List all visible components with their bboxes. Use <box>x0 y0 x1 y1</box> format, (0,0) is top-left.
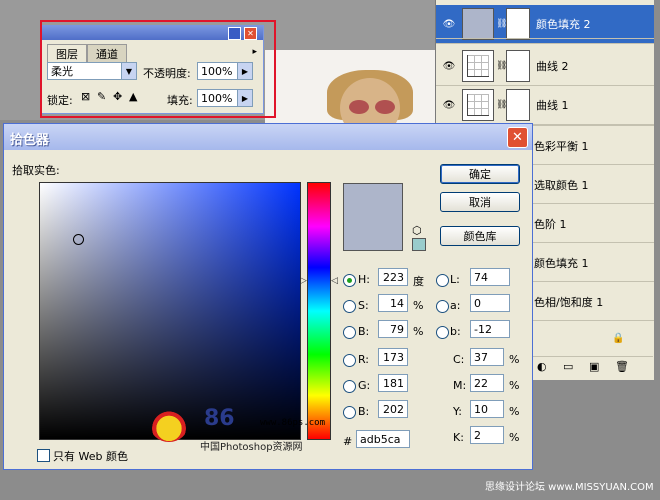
new-layer-icon[interactable]: ▣ <box>589 360 599 373</box>
hex-input[interactable]: adb5ca <box>356 430 410 448</box>
link-icon: ⛓ <box>496 61 508 71</box>
r-label: R: <box>358 353 370 366</box>
a-input[interactable]: 0 <box>470 294 510 312</box>
brightness-input[interactable]: 79 <box>378 320 408 338</box>
a-label: a: <box>450 299 461 312</box>
new-color-swatch <box>343 183 403 251</box>
layer-thumbnail <box>462 50 494 82</box>
g-label: G: <box>358 379 371 392</box>
percent-label: % <box>413 299 424 312</box>
s-label: S: <box>358 299 369 312</box>
layer-thumbnail <box>462 8 494 40</box>
layer-name: 曲线 1 <box>536 99 569 112</box>
red-input[interactable]: 173 <box>378 348 408 366</box>
watermark-caption: 中国Photoshop资源网 <box>200 442 303 453</box>
layer-name[interactable]: 选取颜色 1 <box>534 177 589 193</box>
c-label: C: <box>453 353 465 366</box>
radio-a[interactable] <box>436 300 449 313</box>
watermark-url: www.86ps.com <box>260 418 326 428</box>
radio-red[interactable] <box>343 354 356 367</box>
radio-lightness[interactable] <box>436 274 449 287</box>
link-icon: ⛓ <box>496 100 508 110</box>
new-group-icon[interactable]: ▭ <box>563 360 573 373</box>
layer-mask[interactable] <box>506 50 530 82</box>
layer-thumbnail <box>462 89 494 121</box>
dialog-title: 拾色器 <box>10 133 50 148</box>
cyan-input[interactable]: 37 <box>470 348 504 366</box>
link-icon: ⛓ <box>496 19 508 29</box>
percent-label: % <box>413 325 424 338</box>
radio-brightness[interactable] <box>343 326 356 339</box>
saturation-input[interactable]: 14 <box>378 294 408 312</box>
layer-mask[interactable] <box>506 8 530 40</box>
percent-label: % <box>509 353 520 366</box>
hue-slider-right-arrow[interactable]: ◁ <box>331 276 338 286</box>
layer-name[interactable]: 色相/饱和度 1 <box>534 294 603 310</box>
layer-name[interactable]: 颜色填充 1 <box>534 255 589 271</box>
hue-slider-left-arrow[interactable]: ▷ <box>300 276 307 286</box>
h-label: H: <box>358 273 370 286</box>
lock-icon: 🔒 <box>612 333 625 344</box>
watermark-logo <box>150 408 188 442</box>
percent-label: % <box>509 405 520 418</box>
site-watermark: 86 www.86ps.com 中国Photoshop资源网 <box>150 400 350 470</box>
blue-label: B: <box>358 405 370 418</box>
eye-icon[interactable]: 👁 <box>440 61 458 72</box>
layer-row-curves-2[interactable]: 👁 ⛓ 曲线 2 <box>436 47 654 86</box>
layer-mask[interactable] <box>506 89 530 121</box>
radio-green[interactable] <box>343 380 356 393</box>
hue-input[interactable]: 223 <box>378 268 408 286</box>
black-input[interactable]: 2 <box>470 426 504 444</box>
lightness-input[interactable]: 74 <box>470 268 510 286</box>
eye-icon[interactable]: 👁 <box>440 19 458 30</box>
eye-icon[interactable]: 👁 <box>440 100 458 111</box>
b-lab-label: b: <box>450 325 461 338</box>
watermark-brand: 86 <box>204 406 235 431</box>
forum-watermark: 思缘设计论坛 www.MISSYUAN.COM <box>485 482 654 493</box>
color-libraries-button[interactable]: 颜色库 <box>440 226 520 246</box>
web-safe-cube-icon: ⬡ <box>412 224 422 237</box>
k-label: K: <box>453 431 464 444</box>
trash-icon[interactable]: 🗑 <box>615 360 629 373</box>
percent-label: % <box>509 431 520 444</box>
m-label: M: <box>453 379 467 392</box>
yellow-input[interactable]: 10 <box>470 400 504 418</box>
web-only-checkbox[interactable] <box>37 449 50 462</box>
layer-name: 颜色填充 2 <box>536 18 591 31</box>
blue-input[interactable]: 202 <box>378 400 408 418</box>
layer-name: 曲线 2 <box>536 60 569 73</box>
color-cursor[interactable] <box>73 234 84 245</box>
b-lab-input[interactable]: -12 <box>470 320 510 338</box>
l-label: L: <box>450 273 460 286</box>
layer-name[interactable]: 色彩平衡 1 <box>534 138 589 154</box>
radio-hue[interactable] <box>343 274 356 287</box>
photo-preview <box>265 50 435 130</box>
ok-button[interactable]: 确定 <box>440 164 520 184</box>
percent-label: % <box>509 379 520 392</box>
web-safe-swatch[interactable] <box>412 238 426 251</box>
y-label: Y: <box>453 405 462 418</box>
green-input[interactable]: 181 <box>378 374 408 392</box>
cancel-button[interactable]: 取消 <box>440 192 520 212</box>
layer-name[interactable]: 色阶 1 <box>534 216 567 232</box>
web-only-label: 只有 Web 颜色 <box>53 450 128 463</box>
b-label: B: <box>358 325 370 338</box>
pick-solid-color-label: 拾取实色: <box>12 164 60 177</box>
degree-label: 度 <box>413 275 424 288</box>
adjustment-layer-icon[interactable]: ◐ <box>537 360 547 373</box>
dialog-titlebar: 拾色器 ✕ <box>4 124 532 150</box>
radio-b-lab[interactable] <box>436 326 449 339</box>
layer-row-curves-1[interactable]: 👁 ⛓ 曲线 1 <box>436 86 654 125</box>
close-icon[interactable]: ✕ <box>507 127 528 148</box>
radio-saturation[interactable] <box>343 300 356 313</box>
highlight-box <box>40 20 276 118</box>
magenta-input[interactable]: 22 <box>470 374 504 392</box>
